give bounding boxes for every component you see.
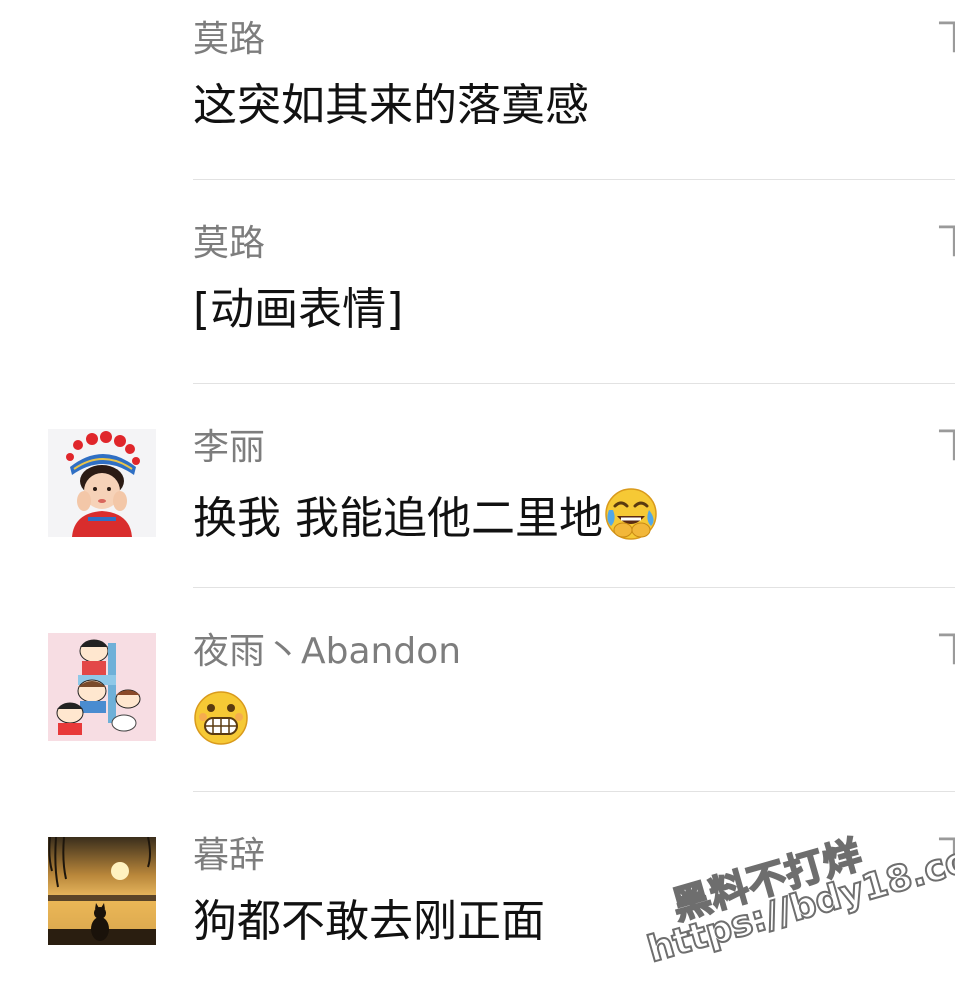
avatar[interactable] xyxy=(48,633,156,741)
opera-girl-avatar-icon xyxy=(48,429,156,537)
list-item: 夜雨丶Abandon 下 xyxy=(0,588,955,791)
timestamp: 下 xyxy=(937,834,955,874)
sender-name[interactable]: 暮辞 xyxy=(193,834,265,878)
list-item: 莫路 这突如其来的落寞感 下 xyxy=(0,0,955,180)
timestamp: 下 xyxy=(937,630,955,670)
message-text: 狗都不敢去刚正面 xyxy=(193,896,545,947)
grinning-face-icon xyxy=(193,690,249,760)
sender-name[interactable]: 莫路 xyxy=(193,222,265,266)
crayon-shinchan-avatar-icon xyxy=(48,633,156,741)
timestamp: 下 xyxy=(937,18,955,58)
sunset-cat-avatar-icon xyxy=(48,837,156,945)
message-text-content: 换我 我能追他二里地 xyxy=(193,493,603,544)
avatar[interactable] xyxy=(48,837,156,945)
list-item: 暮辞 狗都不敢去刚正面 下 xyxy=(0,792,955,981)
avatar[interactable] xyxy=(48,429,156,537)
list-item: 莫路 [动画表情] 下 xyxy=(0,180,955,383)
timestamp: 下 xyxy=(937,426,955,466)
message-text: 换我 我能追他二里地 xyxy=(193,486,659,556)
comment-list: 莫路 这突如其来的落寞感 下 莫路 [动画表情] 下 xyxy=(0,0,955,981)
message-text: 这突如其来的落寞感 xyxy=(193,80,589,131)
timestamp: 下 xyxy=(937,222,955,262)
face-with-tears-of-joy-icon xyxy=(603,486,659,556)
sender-name[interactable]: 夜雨丶Abandon xyxy=(193,630,461,674)
sender-name[interactable]: 李丽 xyxy=(193,426,265,470)
list-item: 李丽 换我 我能追他二里地 下 xyxy=(0,384,955,587)
message-text[interactable]: [动画表情] xyxy=(193,282,403,338)
message-text xyxy=(193,690,249,760)
sender-name[interactable]: 莫路 xyxy=(193,18,265,62)
